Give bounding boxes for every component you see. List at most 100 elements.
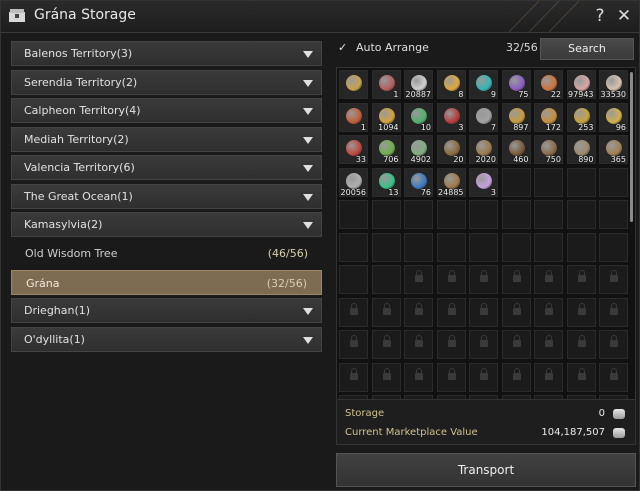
empty-slot[interactable] bbox=[534, 167, 563, 197]
item-quantity: 897 bbox=[513, 122, 529, 132]
empty-slot[interactable] bbox=[501, 232, 531, 262]
item-slot[interactable]: 897 bbox=[501, 102, 531, 132]
empty-slot[interactable] bbox=[339, 200, 368, 229]
empty-slot[interactable] bbox=[534, 232, 563, 262]
search-button[interactable]: Search bbox=[540, 38, 634, 60]
lock-icon bbox=[577, 367, 586, 380]
item-slot[interactable]: 750 bbox=[534, 135, 563, 164]
storage-grana-selected[interactable]: Grána (32/56) bbox=[11, 270, 322, 295]
storage-old-wisdom-tree[interactable]: Old Wisdom Tree (46/56) bbox=[11, 241, 322, 266]
item-slot[interactable]: 253 bbox=[566, 102, 596, 132]
item-quantity: 22 bbox=[550, 90, 561, 99]
silver-coin-icon bbox=[613, 428, 625, 438]
locked-slot bbox=[404, 265, 433, 294]
locked-slot bbox=[534, 362, 563, 392]
territory-drieghan[interactable]: Drieghan(1) bbox=[11, 298, 322, 323]
item-slot[interactable]: 20056 bbox=[339, 167, 368, 197]
territory-label: Mediah Territory(2) bbox=[24, 133, 129, 146]
item-slot[interactable]: 8 bbox=[436, 70, 466, 99]
item-slot[interactable]: 4902 bbox=[404, 135, 433, 164]
empty-slot[interactable] bbox=[599, 200, 628, 229]
empty-slot[interactable] bbox=[404, 232, 433, 262]
empty-slot[interactable] bbox=[599, 167, 628, 197]
item-slot[interactable]: 706 bbox=[371, 135, 401, 164]
item-quantity: 10 bbox=[420, 122, 431, 132]
item-slot[interactable]: 96 bbox=[599, 102, 628, 132]
auto-arrange-toggle[interactable]: ✓ Auto Arrange bbox=[338, 41, 429, 54]
item-quantity: 76 bbox=[420, 187, 431, 197]
item-slot[interactable]: 24885 bbox=[436, 167, 466, 197]
locked-slot bbox=[599, 297, 628, 327]
item-slot[interactable]: 9 bbox=[469, 70, 498, 99]
lock-icon bbox=[545, 302, 553, 315]
item-icon bbox=[443, 140, 460, 156]
item-slot[interactable]: 7 bbox=[469, 102, 498, 132]
empty-slot[interactable] bbox=[566, 167, 596, 197]
empty-slot[interactable] bbox=[469, 200, 498, 229]
locked-slot bbox=[501, 362, 531, 392]
decorative-pattern bbox=[509, 1, 580, 32]
lock-icon bbox=[610, 367, 618, 380]
item-slot[interactable]: 10 bbox=[404, 102, 433, 132]
item-quantity: 3 bbox=[490, 187, 496, 197]
item-slot[interactable]: 76 bbox=[404, 167, 433, 197]
territory-label: Balenos Territory(3) bbox=[24, 47, 133, 60]
empty-slot[interactable] bbox=[371, 232, 401, 262]
lock-icon bbox=[512, 335, 521, 347]
empty-slot[interactable] bbox=[339, 265, 368, 294]
item-slot[interactable]: 97943 bbox=[566, 70, 596, 99]
empty-slot[interactable] bbox=[501, 167, 531, 197]
territory-great-ocean[interactable]: The Great Ocean(1) bbox=[11, 184, 322, 209]
item-slot[interactable]: 365 bbox=[599, 135, 628, 164]
item-slot[interactable]: 20887 bbox=[404, 70, 433, 99]
territory-balenos[interactable]: Balenos Territory(3) bbox=[11, 41, 322, 66]
empty-slot[interactable] bbox=[566, 232, 596, 262]
item-slot[interactable]: 22 bbox=[534, 70, 563, 99]
item-slot[interactable]: 20 bbox=[436, 135, 466, 164]
territory-valencia[interactable]: Valencia Territory(6) bbox=[11, 155, 322, 180]
storage-count: (32/56) bbox=[266, 277, 307, 290]
storage-silver-label: Storage bbox=[345, 408, 385, 419]
item-quantity: 706 bbox=[383, 155, 399, 164]
window-title: Grána Storage bbox=[34, 7, 136, 23]
empty-slot[interactable] bbox=[404, 200, 433, 229]
help-button[interactable]: ? bbox=[590, 5, 610, 27]
locked-slot bbox=[404, 362, 433, 392]
item-quantity: 20887 bbox=[405, 90, 431, 99]
item-slot[interactable]: 2020 bbox=[469, 135, 498, 164]
transport-button[interactable]: Transport bbox=[336, 453, 636, 487]
item-slot[interactable]: 1094 bbox=[371, 102, 401, 132]
item-slot[interactable]: 1 bbox=[371, 70, 401, 99]
territory-mediah[interactable]: Mediah Territory(2) bbox=[11, 127, 322, 152]
item-slot[interactable]: 3 bbox=[436, 102, 466, 132]
item-slot[interactable]: 460 bbox=[501, 135, 531, 164]
item-icon bbox=[378, 140, 395, 156]
item-slot[interactable]: 1 bbox=[339, 102, 368, 132]
empty-slot[interactable] bbox=[469, 232, 498, 262]
close-button[interactable]: ✕ bbox=[614, 5, 634, 27]
locked-slot bbox=[371, 297, 401, 327]
empty-slot[interactable] bbox=[436, 232, 466, 262]
territory-serendia[interactable]: Serendia Territory(2) bbox=[11, 70, 322, 95]
territory-label: O'dyllita(1) bbox=[24, 333, 85, 346]
territory-kamasylvia[interactable]: Kamasylvia(2) bbox=[11, 212, 322, 237]
item-slot[interactable]: 33 bbox=[339, 135, 368, 164]
empty-slot[interactable] bbox=[371, 265, 401, 294]
territory-odyllita[interactable]: O'dyllita(1) bbox=[11, 327, 322, 352]
empty-slot[interactable] bbox=[599, 232, 628, 262]
item-slot[interactable]: 75 bbox=[501, 70, 531, 99]
item-slot[interactable]: 3 bbox=[469, 167, 498, 197]
item-slot[interactable]: 172 bbox=[534, 102, 563, 132]
scrollbar[interactable] bbox=[630, 72, 633, 222]
empty-slot[interactable] bbox=[339, 232, 368, 262]
item-slot[interactable] bbox=[339, 70, 368, 99]
territory-calpheon[interactable]: Calpheon Territory(4) bbox=[11, 98, 322, 123]
empty-slot[interactable] bbox=[566, 200, 596, 229]
empty-slot[interactable] bbox=[436, 200, 466, 229]
item-slot[interactable]: 890 bbox=[566, 135, 596, 164]
item-slot[interactable]: 13 bbox=[371, 167, 401, 197]
empty-slot[interactable] bbox=[534, 200, 563, 229]
empty-slot[interactable] bbox=[371, 200, 401, 229]
empty-slot[interactable] bbox=[501, 200, 531, 229]
item-slot[interactable]: 33530 bbox=[599, 70, 628, 99]
